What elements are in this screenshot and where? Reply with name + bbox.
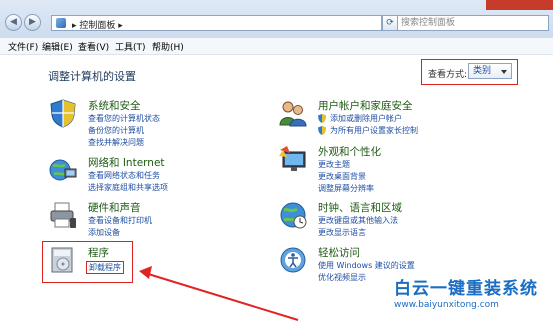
address-bar[interactable]: ▸ 控制面板 ▸	[51, 15, 382, 31]
shield-icon	[50, 99, 76, 128]
refresh-button[interactable]: ⟳	[382, 15, 398, 31]
menu-view[interactable]: 查看(V)	[78, 40, 109, 53]
category-title[interactable]: 时钟、语言和区域	[318, 200, 402, 215]
category-link[interactable]: 更改桌面背景	[318, 171, 366, 182]
category-title[interactable]: 轻松访问	[318, 245, 360, 260]
category-system-security: 系统和安全 查看您的计算机状态 备份您的计算机 查找并解决问题	[48, 98, 238, 148]
chevron-down-icon	[501, 70, 507, 74]
menu-bar: 文件(F) 编辑(E) 查看(V) 工具(T) 帮助(H)	[0, 38, 553, 55]
uninstall-program-link[interactable]: 卸载程序	[86, 261, 124, 274]
uac-shield-icon	[318, 114, 326, 123]
category-title[interactable]: 用户帐户和家庭安全	[318, 98, 413, 113]
category-network: 网络和 Internet 查看网络状态和任务 选择家庭组和共享选项	[48, 155, 238, 195]
appearance-icon	[279, 146, 306, 171]
forward-button[interactable]: ▶	[24, 14, 41, 31]
category-link[interactable]: 添加设备	[88, 227, 120, 238]
accessibility-icon	[280, 247, 306, 273]
clock-globe-icon	[280, 202, 307, 229]
category-link[interactable]: 查看网络状态和任务	[88, 170, 160, 181]
uac-shield-icon	[318, 126, 326, 135]
back-button[interactable]: ◀	[5, 14, 22, 31]
menu-file[interactable]: 文件(F)	[8, 40, 38, 53]
control-panel-icon	[56, 18, 66, 28]
view-by-label: 查看方式:	[428, 70, 468, 80]
category-link[interactable]: 查看您的计算机状态	[88, 113, 160, 124]
watermark-title: 白云一键重装系统	[394, 279, 538, 299]
users-icon	[279, 101, 307, 127]
category-title[interactable]: 网络和 Internet	[88, 155, 165, 170]
address-path: 控制面板	[79, 21, 116, 31]
category-link[interactable]: 查看设备和打印机	[88, 215, 152, 226]
title-bar: ◀ ▶ ▸ 控制面板 ▸ ⟳ 搜索控制面板	[0, 0, 553, 39]
printer-icon	[50, 202, 76, 228]
address-chevron: ▸	[118, 21, 123, 31]
category-link[interactable]: 备份您的计算机	[88, 125, 144, 136]
category-link[interactable]: 使用 Windows 建议的设置	[318, 260, 415, 271]
category-link[interactable]: 更改显示语言	[318, 227, 366, 238]
category-title[interactable]: 系统和安全	[88, 98, 141, 113]
window-controls[interactable]	[486, 0, 553, 10]
menu-help[interactable]: 帮助(H)	[152, 40, 184, 53]
programs-box-icon	[51, 247, 73, 273]
category-hardware: 硬件和声音 查看设备和打印机 添加设备	[48, 200, 238, 240]
category-appearance: 外观和个性化 更改主题 更改桌面背景 调整屏幕分辨率	[278, 144, 518, 194]
category-link[interactable]: 查找并解决问题	[88, 137, 144, 148]
watermark: 白云一键重装系统 www.baiyunxitong.com	[394, 274, 552, 310]
address-chevron: ▸	[72, 21, 77, 31]
globe-network-icon	[49, 159, 77, 181]
category-link[interactable]: 调整屏幕分辨率	[318, 183, 374, 194]
category-link[interactable]: 选择家庭组和共享选项	[88, 182, 168, 193]
watermark-url: www.baiyunxitong.com	[394, 300, 499, 310]
view-by-dropdown[interactable]: 类别	[468, 63, 512, 79]
category-programs: 程序 卸载程序	[48, 245, 138, 281]
category-link[interactable]: 为所有用户设置家长控制	[330, 125, 418, 136]
page-title: 调整计算机的设置	[48, 70, 136, 83]
menu-edit[interactable]: 编辑(E)	[42, 40, 73, 53]
category-clock-region: 时钟、语言和区域 更改键盘或其他输入法 更改显示语言	[278, 200, 518, 240]
view-by-highlight: 查看方式: 类别	[421, 59, 518, 85]
category-link[interactable]: 优化视频显示	[318, 272, 366, 283]
category-link[interactable]: 更改键盘或其他输入法	[318, 215, 398, 226]
category-title[interactable]: 程序	[88, 245, 109, 260]
category-title[interactable]: 外观和个性化	[318, 144, 381, 159]
view-by-value: 类别	[473, 66, 492, 76]
category-user-accounts: 用户帐户和家庭安全 添加或删除用户帐户 为所有用户设置家长控制	[278, 98, 518, 138]
menu-tools[interactable]: 工具(T)	[115, 40, 146, 53]
search-input[interactable]: 搜索控制面板	[397, 15, 549, 31]
category-link[interactable]: 更改主题	[318, 159, 350, 170]
category-title[interactable]: 硬件和声音	[88, 200, 141, 215]
category-link[interactable]: 添加或删除用户帐户	[330, 113, 402, 124]
